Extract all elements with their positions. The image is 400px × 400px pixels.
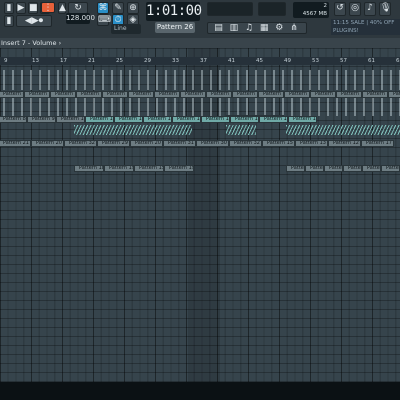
playlist-clip[interactable]: Pattern 13 (143, 116, 172, 123)
playlist-clip[interactable]: Pattern 17 (259, 116, 288, 123)
playlist-clip[interactable]: Pattern 20 (31, 140, 64, 147)
playlist-clip[interactable]: Pattern 12 (328, 140, 361, 147)
playlist-clip[interactable]: Pattern 25 (206, 91, 232, 98)
playlist-clip[interactable]: Pattern 24 (180, 91, 206, 98)
playlist-clip[interactable]: Pattern 32 (362, 91, 388, 98)
playlist-clip[interactable]: Pattern 8 (0, 116, 27, 123)
playlist-clip[interactable]: Pattern 16 (230, 116, 259, 123)
playlist-clip[interactable]: Pattern 4 (0, 91, 24, 98)
automation-curve (74, 125, 192, 135)
playlist-clip[interactable]: Pattern 17 (361, 140, 394, 147)
playlist-clip[interactable]: Pattern 7 (50, 91, 76, 98)
playlist-clip[interactable]: Pattern 30 (310, 91, 336, 98)
playlist-clip[interactable]: Pattern 15 (286, 165, 305, 172)
playlist-clip[interactable]: Pattern 6 (24, 91, 50, 98)
playlist-clip[interactable]: Pattern 15 (201, 116, 230, 123)
playlist-clip[interactable]: Pattern 10 (56, 116, 85, 123)
playlist-clip[interactable]: Pattern 9 (27, 116, 56, 123)
playlist-clip[interactable]: Pattern 29 (284, 91, 310, 98)
note-preview (0, 96, 400, 116)
playlist-clip[interactable]: Pattern 27 (232, 91, 258, 98)
playlist-clip[interactable]: Pattern 14 (128, 91, 154, 98)
playlist-clip[interactable]: Pattern 11 (85, 116, 114, 123)
automation-curve (286, 125, 400, 135)
playlist-clip[interactable]: Pattern 13 (102, 91, 128, 98)
playlist-clip[interactable]: Pattern 15 (362, 165, 381, 172)
playlist-clip[interactable]: Pattern 32 (64, 140, 97, 147)
playlist-clip[interactable]: Pattern 18 (288, 116, 317, 123)
playlist-clip[interactable]: Pattern 33 (388, 91, 400, 98)
playlist-clip[interactable]: Pattern 30 (196, 140, 229, 147)
playlist-clip[interactable]: Pattern 18 (324, 165, 343, 172)
playlist-clip[interactable]: Pattern 32 (229, 140, 262, 147)
playlist-clip[interactable]: Pattern 12 (114, 116, 143, 123)
clips-layer: Pattern 4Pattern 6Pattern 7Pattern 12Pat… (0, 0, 400, 400)
playlist-clip[interactable]: Pattern 31 (336, 91, 362, 98)
playlist-clip[interactable]: Pattern 21 (0, 140, 31, 147)
playlist-clip[interactable]: Pattern 18 (74, 165, 104, 172)
playlist-clip[interactable]: Pattern 23 (154, 91, 180, 98)
playlist-clip[interactable]: Pattern 16 (305, 165, 324, 172)
playlist-clip[interactable]: Pattern 15 (262, 140, 295, 147)
playlist-clip[interactable]: Pattern 31 (163, 140, 196, 147)
playlist-clip[interactable]: Pattern 19 (164, 165, 194, 172)
bottom-bar (0, 382, 400, 400)
playlist-clip[interactable]: Pattern 14 (172, 116, 201, 123)
playlist-clip[interactable]: Pattern 19 (104, 165, 134, 172)
playlist-clip[interactable]: Pattern 28 (258, 91, 284, 98)
playlist-clip[interactable]: Pattern 15 (134, 165, 164, 172)
playlist-clip[interactable]: Pattern 19 (343, 165, 362, 172)
playlist-clip[interactable]: Pattern 29 (97, 140, 130, 147)
playlist-clip[interactable]: Pattern 12 (76, 91, 102, 98)
playlist-clip[interactable]: Pattern 19 (381, 165, 400, 172)
note-preview (0, 70, 400, 90)
playlist-clip[interactable]: Pattern 13 (295, 140, 328, 147)
automation-curve (226, 125, 256, 135)
playlist-clip[interactable]: Pattern 20 (130, 140, 163, 147)
